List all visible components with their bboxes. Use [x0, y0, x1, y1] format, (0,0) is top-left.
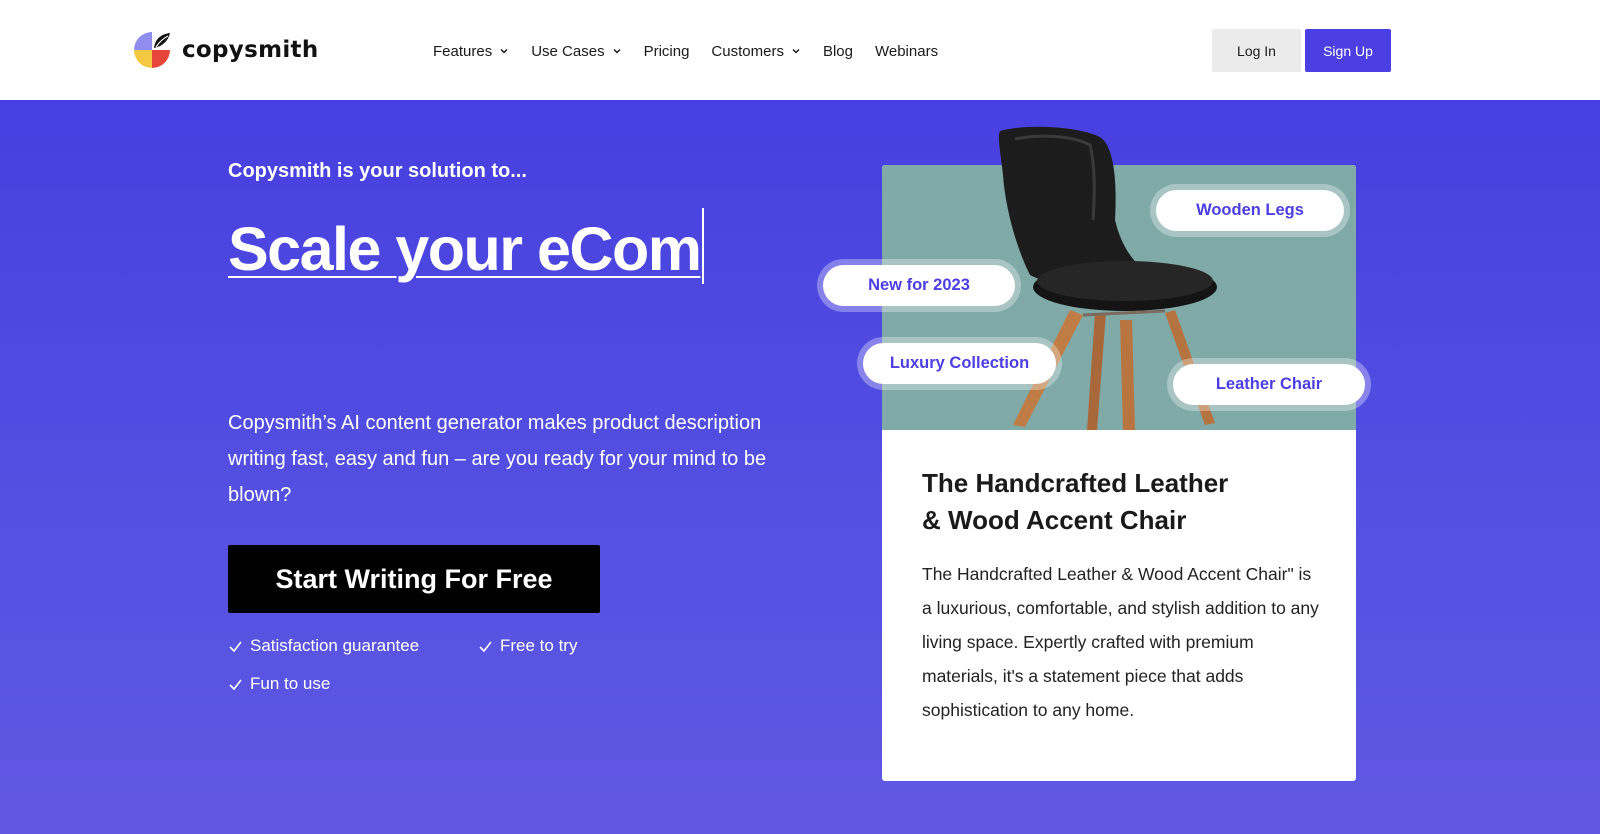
nav-item-label: Pricing [643, 42, 690, 60]
main-menu: Features Use Cases Pricing Customers Blo… [433, 40, 960, 62]
tag-luxury-collection: Luxury Collection [857, 337, 1062, 390]
benefit-label: Fun to use [250, 674, 331, 693]
chevron-down-icon [792, 48, 800, 54]
hero-pretitle: Copysmith is your solution to... [228, 160, 527, 182]
top-nav: copysmith Features Use Cases Pricing Cus… [0, 0, 1600, 100]
start-writing-button[interactable]: Start Writing For Free [228, 545, 600, 613]
brand-logo[interactable]: copysmith [132, 30, 319, 70]
product-title: The Handcrafted Leather & Wood Accent Ch… [922, 465, 1322, 539]
nav-item-label: Use Cases [531, 42, 605, 60]
tag-label: New for 2023 [823, 265, 1015, 306]
typing-caret [702, 208, 705, 284]
tag-new-for-2023: New for 2023 [817, 259, 1021, 312]
nav-item-label: Webinars [874, 42, 939, 60]
hero-headline-text: Scale your eCom [228, 215, 702, 283]
hero-headline: Scale your eCom [228, 208, 705, 284]
nav-item-label: Blog [822, 42, 853, 60]
nav-item-webinars[interactable]: Webinars [875, 43, 938, 60]
hero-description: Copysmith’s AI content generator makes p… [228, 412, 767, 506]
benefit-label: Satisfaction guarantee [250, 636, 420, 655]
product-card-body: The Handcrafted Leather & Wood Accent Ch… [922, 465, 1322, 727]
login-button[interactable]: Log In [1212, 29, 1301, 72]
nav-item-pricing[interactable]: Pricing [644, 43, 690, 60]
tag-wooden-legs: Wooden Legs [1150, 184, 1350, 237]
tag-label: Wooden Legs [1156, 190, 1344, 231]
nav-item-label: Customers [711, 42, 784, 60]
hero-section: Copysmith is your solution to... Scale y… [0, 100, 1600, 834]
product-title-line: The Handcrafted Leather [922, 468, 1229, 498]
tag-leather-chair: Leather Chair [1167, 358, 1371, 411]
benefit-item: Free to try [478, 636, 577, 656]
benefit-label: Free to try [500, 636, 578, 655]
benefit-item: Fun to use [228, 674, 330, 694]
nav-item-blog[interactable]: Blog [823, 43, 853, 60]
checkmark-icon [229, 641, 242, 652]
product-description: The Handcrafted Leather & Wood Accent Ch… [922, 564, 1319, 720]
chevron-down-icon [613, 48, 621, 54]
product-title-line: & Wood Accent Chair [922, 505, 1187, 535]
signup-button[interactable]: Sign Up [1305, 29, 1391, 72]
tag-label: Leather Chair [1173, 364, 1365, 405]
nav-item-features[interactable]: Features [433, 43, 509, 60]
nav-item-customers[interactable]: Customers [711, 43, 801, 60]
checkmark-icon [479, 641, 492, 652]
benefit-item: Satisfaction guarantee [228, 636, 419, 656]
chevron-down-icon [500, 48, 508, 54]
tag-label: Luxury Collection [863, 343, 1056, 384]
brand-name: copysmith [182, 37, 319, 63]
copysmith-logo-icon [134, 32, 170, 68]
checkmark-icon [229, 679, 242, 690]
nav-item-use-cases[interactable]: Use Cases [531, 43, 621, 60]
nav-item-label: Features [433, 42, 493, 60]
